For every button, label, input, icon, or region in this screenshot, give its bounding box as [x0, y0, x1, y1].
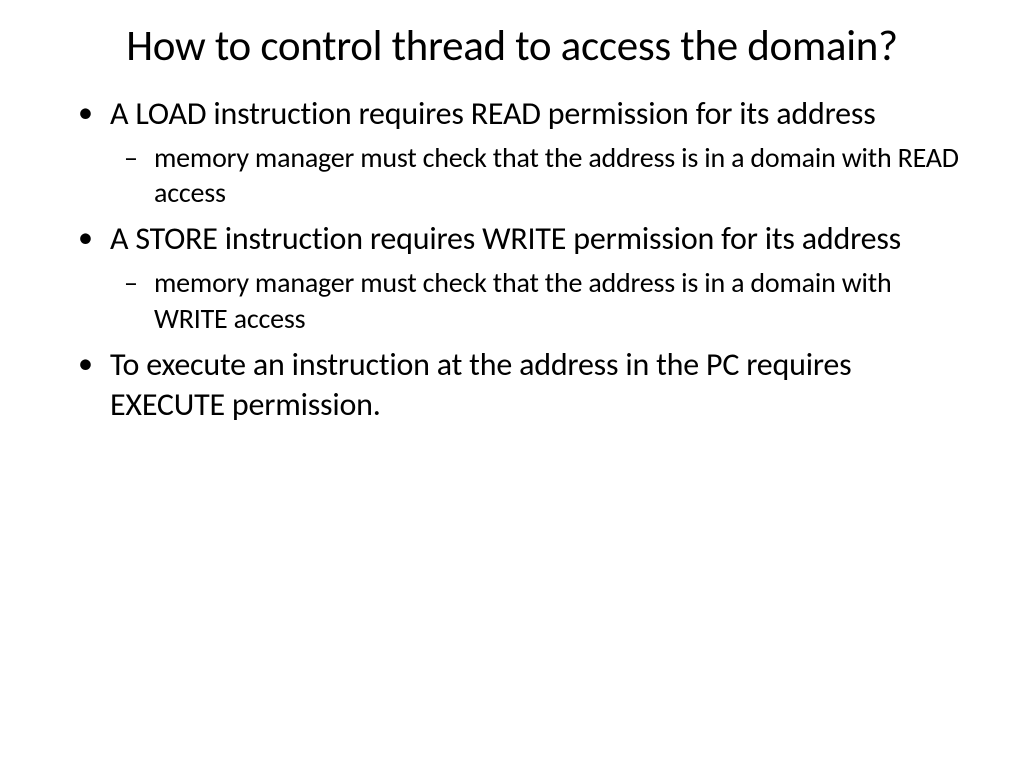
bullet-text: A STORE instruction requires WRITE permi… — [110, 219, 901, 258]
sub-bullet-list: memory manager must check that the addre… — [110, 140, 964, 212]
sub-bullet-text: memory manager must check that the addre… — [154, 140, 959, 211]
bullet-item: To execute an instruction at the address… — [60, 345, 964, 425]
sub-bullet-item: memory manager must check that the addre… — [110, 265, 964, 337]
bullet-item: A STORE instruction requires WRITE permi… — [60, 219, 964, 337]
bullet-text: To execute an instruction at the address… — [110, 345, 851, 424]
sub-bullet-item: memory manager must check that the addre… — [110, 140, 964, 212]
sub-bullet-list: memory manager must check that the addre… — [110, 265, 964, 337]
bullet-text: A LOAD instruction requires READ permiss… — [110, 94, 876, 133]
bullet-list: A LOAD instruction requires READ permiss… — [60, 94, 964, 425]
slide-title: How to control thread to access the doma… — [60, 20, 964, 72]
sub-bullet-text: memory manager must check that the addre… — [154, 265, 891, 336]
bullet-item: A LOAD instruction requires READ permiss… — [60, 94, 964, 212]
